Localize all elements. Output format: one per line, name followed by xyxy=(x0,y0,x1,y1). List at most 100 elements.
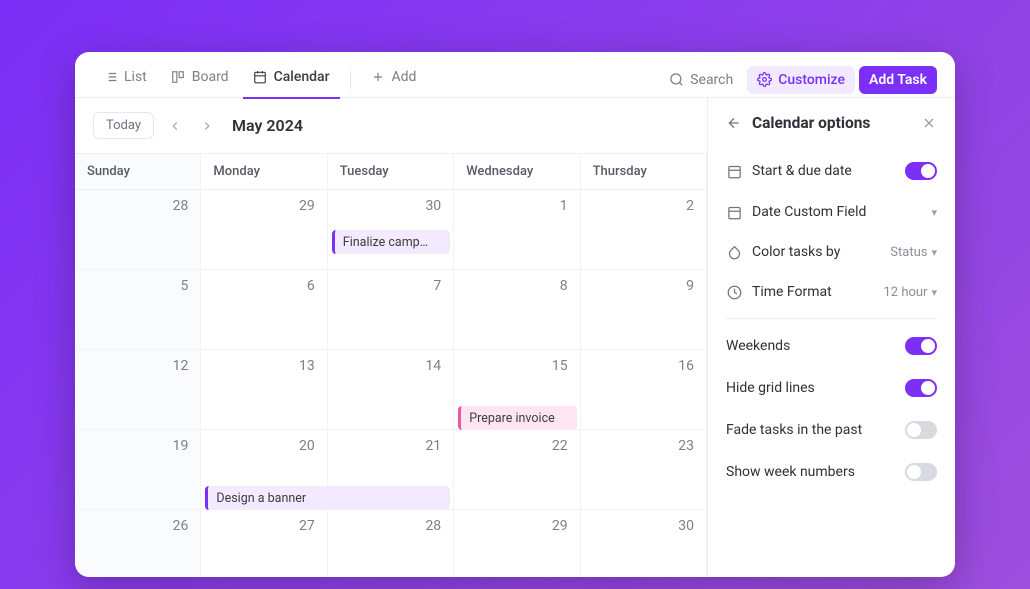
day-of-week-row: SundayMondayTuesdayWednesdayThursday xyxy=(75,153,707,190)
day-cell[interactable]: 2 xyxy=(581,190,707,270)
option-week-numbers[interactable]: Show week numbers xyxy=(726,451,937,493)
day-cell[interactable]: 7 xyxy=(328,270,454,350)
option-start-due-date[interactable]: Start & due date xyxy=(726,150,937,192)
option-date-custom-field[interactable]: Date Custom Field ▾ xyxy=(726,192,937,232)
tab-list[interactable]: List xyxy=(93,61,157,99)
day-number: 28 xyxy=(425,518,441,534)
day-cell[interactable]: 14 xyxy=(328,350,454,430)
day-cell[interactable]: 28 xyxy=(75,190,201,270)
day-number: 6 xyxy=(307,278,315,294)
day-cell[interactable]: 28 xyxy=(328,510,454,577)
calendar-icon xyxy=(253,69,268,84)
customize-button[interactable]: Customize xyxy=(747,66,855,94)
day-number: 7 xyxy=(433,278,441,294)
week-row: 28 29 30 1 2 Finalize camp… xyxy=(75,190,707,270)
day-number: 29 xyxy=(299,198,315,214)
day-cell[interactable]: 29 xyxy=(454,510,580,577)
task-chip[interactable]: Finalize camp… xyxy=(332,230,450,254)
day-cell[interactable]: 23 xyxy=(581,430,707,510)
day-cell[interactable]: 12 xyxy=(75,350,201,430)
panel-close-button[interactable] xyxy=(921,115,937,131)
day-number: 30 xyxy=(425,198,441,214)
next-month-button[interactable] xyxy=(196,115,218,137)
panel-back-button[interactable] xyxy=(726,115,742,131)
plus-icon xyxy=(371,69,386,84)
task-chip[interactable]: Prepare invoice xyxy=(458,406,576,430)
droplet-icon xyxy=(726,244,742,260)
day-of-week-cell: Wednesday xyxy=(454,154,580,190)
day-cell[interactable]: 1 xyxy=(454,190,580,270)
day-number: 29 xyxy=(552,518,568,534)
day-cell[interactable]: 19 xyxy=(75,430,201,510)
day-number: 26 xyxy=(173,518,189,534)
option-weekends[interactable]: Weekends xyxy=(726,325,937,367)
panel-header: Calendar options xyxy=(726,114,937,132)
start-due-toggle[interactable] xyxy=(905,162,937,180)
day-cell[interactable]: 8 xyxy=(454,270,580,350)
calendar-grid: 28 29 30 1 2 Finalize camp…5 6 7 8 91213 14 1 5 16Pre… xyxy=(75,190,707,577)
day-cell[interactable]: 27 xyxy=(201,510,327,577)
board-icon xyxy=(171,69,186,84)
tab-calendar[interactable]: Calendar xyxy=(243,61,340,99)
divider xyxy=(726,318,937,319)
option-value: Status ▾ xyxy=(890,245,937,260)
options-panel: Calendar options Start & due date Date C… xyxy=(707,98,955,577)
tab-board[interactable]: Board xyxy=(161,61,239,99)
day-number: 2 xyxy=(686,198,694,214)
option-hide-grid-lines[interactable]: Hide grid lines xyxy=(726,367,937,409)
tab-list-label: List xyxy=(124,69,147,85)
day-cell[interactable]: 26 xyxy=(75,510,201,577)
day-cell[interactable]: 16 xyxy=(581,350,707,430)
week-row: 5 6 7 8 9 xyxy=(75,270,707,350)
today-button[interactable]: Today xyxy=(93,112,154,139)
day-cell[interactable]: 30 xyxy=(581,510,707,577)
day-cell[interactable]: 22 xyxy=(454,430,580,510)
week-row: 1920212223Design a banner xyxy=(75,430,707,510)
day-cell[interactable]: 6 xyxy=(201,270,327,350)
day-number: 28 xyxy=(173,198,189,214)
weekends-toggle[interactable] xyxy=(905,337,937,355)
day-cell[interactable]: 13 xyxy=(201,350,327,430)
calendar-icon xyxy=(726,163,742,179)
search-button[interactable]: Search xyxy=(659,66,743,94)
gear-icon xyxy=(757,72,772,87)
add-task-button[interactable]: Add Task xyxy=(859,66,937,94)
option-fade-past[interactable]: Fade tasks in the past xyxy=(726,409,937,451)
option-color-tasks-by[interactable]: Color tasks by Status ▾ xyxy=(726,232,937,272)
option-label: Hide grid lines xyxy=(726,380,895,396)
tab-calendar-label: Calendar xyxy=(274,69,330,85)
fade-past-toggle[interactable] xyxy=(905,421,937,439)
prev-month-button[interactable] xyxy=(164,115,186,137)
tab-board-label: Board xyxy=(192,69,229,85)
customize-label: Customize xyxy=(778,72,845,88)
day-number: 8 xyxy=(560,278,568,294)
day-cell[interactable]: 5 xyxy=(75,270,201,350)
app-window: List Board Calendar Add Search xyxy=(75,52,955,577)
day-number: 30 xyxy=(678,518,694,534)
chevron-down-icon: ▾ xyxy=(931,206,937,219)
option-label: Date Custom Field xyxy=(752,204,921,220)
clock-icon xyxy=(726,284,742,300)
day-of-week-cell: Sunday xyxy=(75,154,201,190)
calendar-icon xyxy=(726,204,742,220)
day-of-week-cell: Tuesday xyxy=(328,154,454,190)
option-label: Time Format xyxy=(752,284,873,300)
month-label: May 2024 xyxy=(232,116,303,135)
week-numbers-toggle[interactable] xyxy=(905,463,937,481)
hide-grid-toggle[interactable] xyxy=(905,379,937,397)
day-number: 14 xyxy=(425,358,441,374)
day-number: 23 xyxy=(678,438,694,454)
day-number: 27 xyxy=(299,518,315,534)
day-cell[interactable]: 29 xyxy=(201,190,327,270)
task-chip[interactable]: Design a banner xyxy=(205,486,450,510)
search-icon xyxy=(669,72,684,87)
option-time-format[interactable]: Time Format 12 hour ▾ xyxy=(726,272,937,312)
day-number: 9 xyxy=(686,278,694,294)
day-number: 1 xyxy=(560,198,568,214)
option-label: Fade tasks in the past xyxy=(726,422,895,438)
list-icon xyxy=(103,69,118,84)
day-cell[interactable]: 9 xyxy=(581,270,707,350)
day-number: 20 xyxy=(299,438,315,454)
tab-add[interactable]: Add xyxy=(361,61,427,99)
chevron-down-icon: ▾ xyxy=(931,246,937,259)
